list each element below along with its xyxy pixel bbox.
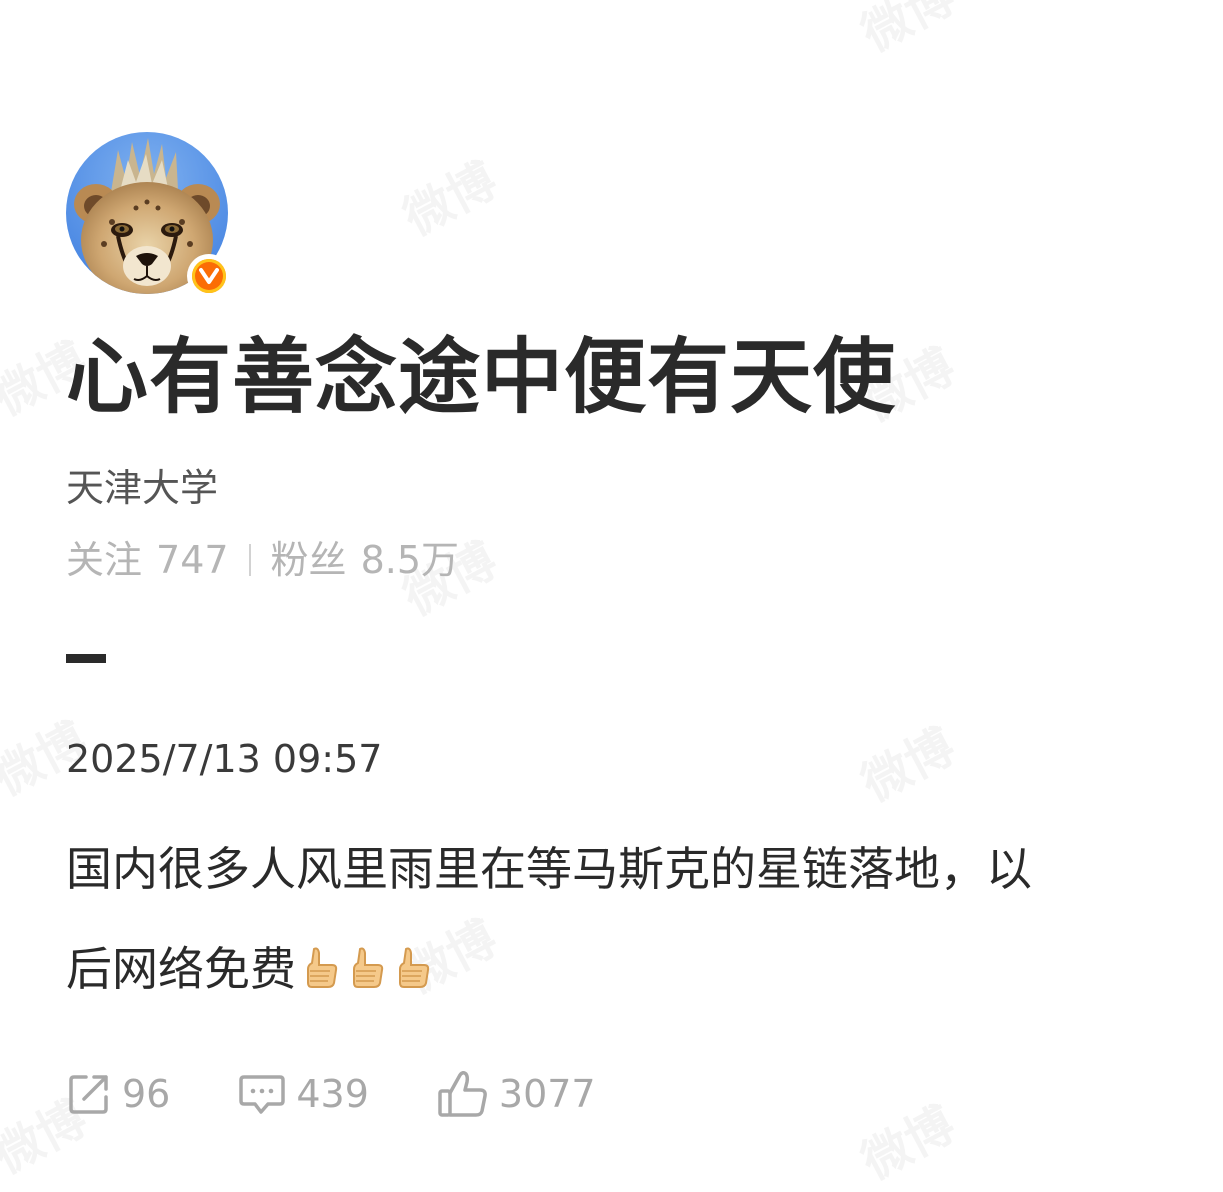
watermark: 微博 [847,708,965,815]
profile-description: 天津大学 [66,466,219,510]
share-icon [69,1075,108,1114]
post-action-bar: 96 439 3077 [66,1064,596,1124]
comment-count: 439 [296,1072,369,1116]
following-count[interactable]: 747 [156,536,229,584]
post-text-line: 国内很多人风里雨里在等马斯克的星链落地，以 [66,842,1032,896]
post-text: 国内很多人风里雨里在等马斯克的星链落地，以 后网络免费 [66,838,1146,1038]
repost-button[interactable]: 96 [66,1071,170,1117]
verified-badge [187,254,231,298]
post-text-segment: 后网络免费 [66,942,296,996]
comment-button[interactable]: 439 [238,1071,369,1117]
verified-v-icon [192,259,226,293]
comment-icon [239,1075,286,1114]
thumbs-up-icon [399,947,430,988]
profile-stats: 关注 747 粉丝 8.5万 [66,536,459,584]
watermark: 微博 [847,1086,965,1192]
watermark: 微博 [847,0,965,64]
like-button[interactable]: 3077 [437,1069,596,1119]
like-icon [438,1070,487,1117]
thumbs-up-icon [353,947,384,988]
post-text-line: 后网络免费 [66,938,1146,1000]
thumbs-up-icon [307,947,338,988]
followers-label[interactable]: 粉丝 [271,536,347,584]
watermark: 微博 [389,142,507,249]
followers-count[interactable]: 8.5万 [361,536,459,584]
thumbs-up-emojis [300,945,432,989]
profile-username[interactable]: 心有善念途中便有天使 [66,330,896,426]
post-timestamp: 2025/7/13 09:57 [66,737,383,781]
stats-divider [248,544,251,576]
repost-count: 96 [122,1072,171,1116]
like-count: 3077 [498,1072,596,1116]
following-label[interactable]: 关注 [66,536,142,584]
section-divider [66,654,106,663]
